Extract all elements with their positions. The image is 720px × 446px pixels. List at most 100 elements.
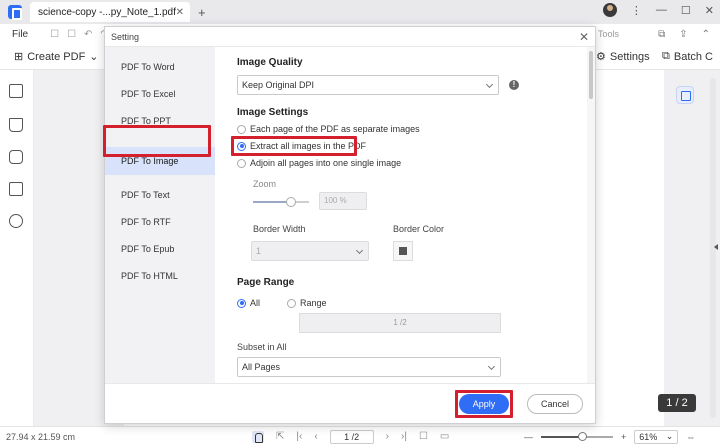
maximize-button[interactable]: ☐: [681, 4, 691, 17]
dialog-scrollbar-thumb[interactable]: [589, 51, 593, 99]
page-dimensions: 27.94 x 21.59 cm: [6, 431, 76, 442]
zoom-slider[interactable]: [541, 431, 613, 441]
dialog-scrollbar[interactable]: [587, 47, 595, 383]
dialog-title: Setting: [111, 31, 140, 42]
select-tool-icon[interactable]: ⇱: [276, 431, 284, 442]
create-pdf-button[interactable]: ⊞ Create PDF ⌄: [14, 50, 99, 64]
radio-separate-images[interactable]: [237, 124, 246, 134]
subset-label: Subset in All: [237, 342, 287, 352]
radio-adjoin-pages[interactable]: [237, 158, 246, 168]
fit-width-icon[interactable]: ⇔: [686, 432, 695, 442]
page-range-all-label: All: [250, 298, 261, 308]
zoom-setting-input[interactable]: 100 %: [319, 192, 367, 210]
subset-select[interactable]: All Pages: [237, 357, 501, 377]
collapse-icon[interactable]: ⌃: [702, 29, 710, 40]
option-separate-images[interactable]: Each page of the PDF as separate images: [237, 124, 420, 134]
close-icon[interactable]: ✕: [579, 30, 589, 44]
last-page-icon[interactable]: ›|: [401, 431, 407, 442]
next-page-icon[interactable]: ›: [386, 431, 389, 442]
dialog-body: Image Quality Keep Original DPI ! Image …: [225, 47, 585, 383]
zoom-select[interactable]: 61% ⌄: [634, 429, 679, 444]
zoom-label: Zoom: [253, 179, 277, 189]
border-width-value: 1: [256, 246, 262, 256]
page-number-input[interactable]: 1 /2: [329, 429, 374, 444]
page-range-input[interactable]: 1 /2: [299, 313, 501, 333]
ocr-floating-icon[interactable]: [676, 86, 694, 104]
chevron-down-icon: ⌄: [665, 431, 674, 441]
tab-close-icon[interactable]: ✕: [176, 7, 184, 18]
image-quality-select[interactable]: Keep Original DPI: [237, 75, 499, 95]
radio-range[interactable]: [287, 298, 296, 308]
setting-dialog: Setting ✕ PDF To Word PDF To Excel PDF T…: [103, 26, 596, 424]
hand-tool-icon[interactable]: [252, 430, 264, 443]
option-extract-images[interactable]: Extract all images in the PDF: [237, 141, 366, 151]
info-icon[interactable]: !: [509, 80, 519, 90]
border-color-swatch[interactable]: [393, 241, 413, 261]
more-menu-icon[interactable]: ⋮: [631, 4, 642, 17]
zoom-value: 61%: [639, 431, 658, 442]
border-color-label: Border Color: [393, 224, 445, 234]
title-bar: science-copy -...py_Note_1.pdf ✕ + ⋮ — ☐…: [0, 0, 720, 24]
comment-icon[interactable]: [9, 150, 23, 164]
document-tab-title: science-copy -...py_Note_1.pdf: [38, 6, 176, 18]
zoom-setting-slider[interactable]: [253, 197, 309, 207]
first-page-icon[interactable]: |‹: [296, 431, 302, 442]
border-width-select[interactable]: 1: [251, 241, 369, 261]
bookmark-icon[interactable]: [9, 118, 23, 132]
close-window-button[interactable]: ✕: [705, 4, 714, 17]
nav-pdf-to-text[interactable]: PDF To Text: [105, 181, 215, 209]
settings-button[interactable]: ⚙ Settings: [596, 50, 650, 64]
zoom-slider-fill: [541, 435, 583, 438]
subset-value: All Pages: [242, 362, 281, 372]
zoom-in-button[interactable]: +: [621, 432, 626, 442]
create-pdf-label: Create PDF: [27, 50, 86, 63]
nav-pdf-to-rtf[interactable]: PDF To RTF: [105, 208, 215, 236]
document-tab[interactable]: science-copy -...py_Note_1.pdf ✕: [30, 2, 190, 22]
dialog-nav: PDF To Word PDF To Excel PDF To PPT PDF …: [105, 47, 215, 383]
nav-pdf-to-word[interactable]: PDF To Word: [105, 53, 215, 81]
page-indicator-badge: 1 / 2: [658, 394, 696, 412]
option-adjoin-pages-label: Adjoin all pages into one single image: [250, 158, 402, 168]
left-sidebar: [0, 70, 34, 426]
chevron-down-icon: [355, 246, 364, 255]
nav-pdf-to-ppt[interactable]: PDF To PPT: [105, 107, 215, 135]
radio-extract-images[interactable]: [237, 141, 246, 151]
zoom-out-button[interactable]: —: [524, 432, 533, 442]
status-bar: 27.94 x 21.59 cm ⇱ |‹ ‹ 1 /2 › ›| ☐ ▭ — …: [0, 426, 720, 446]
nav-pdf-to-excel[interactable]: PDF To Excel: [105, 80, 215, 108]
page-range-custom-label: Range: [300, 298, 327, 308]
thumbnail-icon[interactable]: [9, 84, 23, 98]
radio-all-pages[interactable]: [237, 298, 246, 308]
page-range-custom[interactable]: Range: [287, 298, 327, 308]
batch-icon: ⧉: [662, 50, 670, 62]
border-width-label: Border Width: [253, 224, 306, 234]
apply-button[interactable]: Apply: [459, 394, 509, 414]
prev-page-icon[interactable]: ‹: [314, 431, 317, 442]
nav-pdf-to-image[interactable]: PDF To Image: [105, 147, 215, 175]
nav-pdf-to-html[interactable]: PDF To HTML: [105, 262, 215, 290]
new-tab-button[interactable]: +: [198, 5, 206, 20]
zoom-slider-thumb[interactable]: [578, 431, 587, 441]
external-link-icon[interactable]: ⧉: [658, 29, 665, 40]
minimize-button[interactable]: —: [656, 4, 667, 16]
dialog-footer: Apply Cancel: [105, 383, 595, 423]
gear-icon: ⚙: [596, 51, 606, 63]
page-range-all[interactable]: All: [237, 298, 260, 308]
image-quality-heading: Image Quality: [237, 57, 303, 68]
attachment-icon[interactable]: [9, 182, 23, 196]
zoom-setting-slider-thumb[interactable]: [286, 197, 296, 207]
menu-tools[interactable]: Tools: [598, 29, 619, 39]
expand-right-panel-icon[interactable]: [714, 244, 718, 250]
two-page-view-icon[interactable]: ▭: [440, 431, 449, 442]
cancel-button[interactable]: Cancel: [527, 394, 583, 414]
nav-pdf-to-epub[interactable]: PDF To Epub: [105, 235, 215, 263]
single-page-view-icon[interactable]: ☐: [419, 431, 428, 442]
avatar[interactable]: [602, 3, 617, 17]
search-icon[interactable]: [9, 214, 23, 228]
option-adjoin-pages[interactable]: Adjoin all pages into one single image: [237, 158, 401, 168]
image-settings-heading: Image Settings: [237, 107, 309, 118]
upload-icon[interactable]: ⇪: [679, 29, 687, 40]
chevron-down-icon: [487, 362, 496, 371]
batch-button[interactable]: ⧉ Batch C: [662, 50, 713, 63]
menu-file[interactable]: File: [12, 29, 28, 40]
